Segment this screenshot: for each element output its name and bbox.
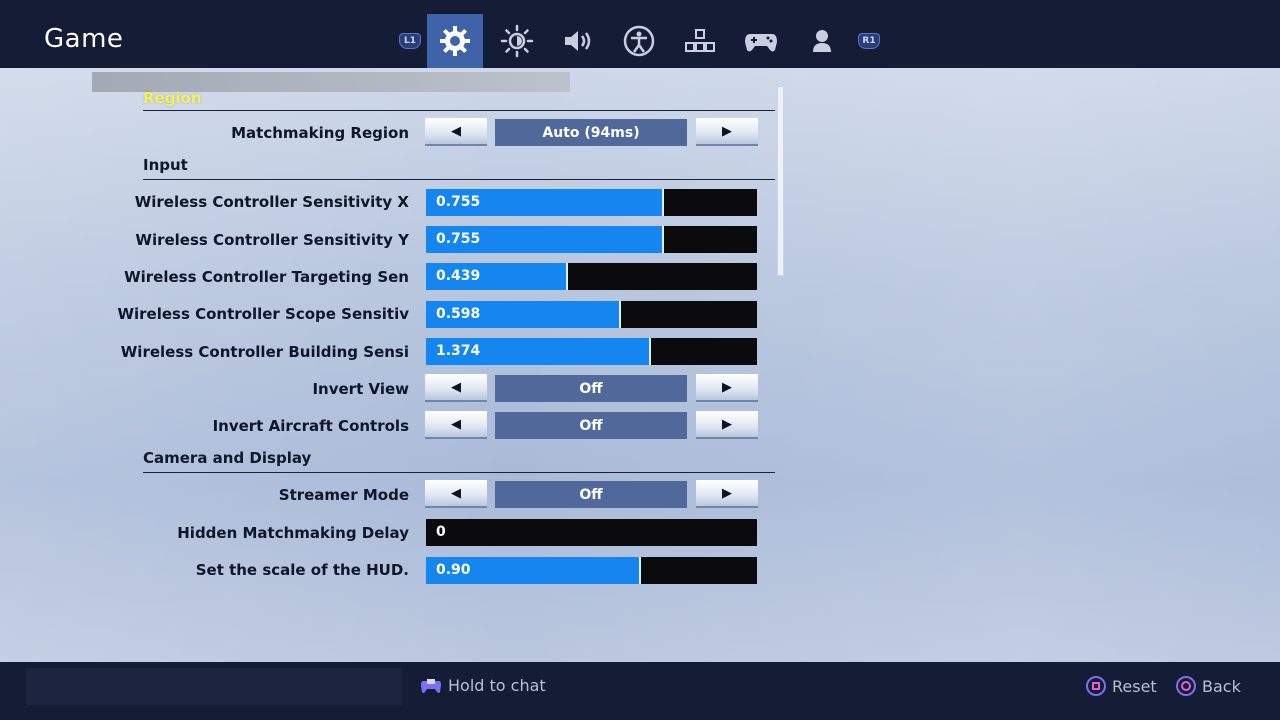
brightness-icon <box>500 24 534 58</box>
bottom-bar: Hold to chat Reset Back <box>0 662 1280 720</box>
invert-view-value: Off <box>495 375 687 402</box>
reset-button[interactable]: Reset <box>1086 676 1157 696</box>
streamer-mode-prev-button[interactable]: ◀ <box>425 480 487 508</box>
section-title-input: Input <box>143 156 188 174</box>
r1-shoulder-icon[interactable]: R1 <box>858 33 880 49</box>
chat-hint: Hold to chat <box>420 676 546 695</box>
targeting-sensitivity-slider[interactable]: 0.439 <box>426 263 757 290</box>
matchmaking-region-value: Auto (94ms) <box>495 119 687 146</box>
chat-box[interactable] <box>26 668 402 705</box>
circle-button-icon <box>1176 676 1196 696</box>
invert-aircraft-next-button[interactable]: ▶ <box>696 411 758 439</box>
matchmaking-region-prev-button[interactable]: ◀ <box>425 118 487 146</box>
section-divider <box>143 179 775 180</box>
l1-shoulder-icon[interactable]: L1 <box>399 33 421 49</box>
building-sensitivity-slider[interactable]: 1.374 <box>426 338 757 365</box>
controller-icon <box>745 34 777 52</box>
slider-value: 0.598 <box>436 306 481 322</box>
accessibility-icon <box>623 25 655 57</box>
sensitivity-x-slider[interactable]: 0.755 <box>426 189 757 216</box>
invert-view-next-button[interactable]: ▶ <box>696 374 758 402</box>
slider-value: 0.439 <box>436 268 481 284</box>
section-divider <box>143 110 775 111</box>
back-button[interactable]: Back <box>1176 676 1241 696</box>
hud-scale-label: Set the scale of the HUD. <box>195 561 409 579</box>
slider-value: 0.90 <box>436 562 471 578</box>
slider-value: 0.755 <box>436 194 481 210</box>
sensitivity-y-label: Wireless Controller Sensitivity Y <box>135 231 409 249</box>
streamer-mode-next-button[interactable]: ▶ <box>696 480 758 508</box>
tab-video[interactable] <box>489 14 545 68</box>
page-title: Game <box>44 24 124 54</box>
invert-view-label: Invert View <box>312 380 409 398</box>
slider-value: 1.374 <box>436 343 481 359</box>
sensitivity-x-label: Wireless Controller Sensitivity X <box>134 193 409 211</box>
matchmaking-region-next-button[interactable]: ▶ <box>696 118 758 146</box>
tab-audio[interactable] <box>550 14 606 68</box>
slider-value: 0.755 <box>436 231 481 247</box>
tab-account[interactable] <box>794 14 850 68</box>
scrollbar[interactable] <box>777 86 784 276</box>
sensitivity-y-slider[interactable]: 0.755 <box>426 226 757 253</box>
audio-icon <box>565 31 591 51</box>
tab-controller[interactable] <box>733 14 789 68</box>
targeting-sensitivity-label: Wireless Controller Targeting Sen <box>124 268 409 286</box>
invert-aircraft-label: Invert Aircraft Controls <box>212 417 409 435</box>
tab-accessibility[interactable] <box>611 14 667 68</box>
invert-view-prev-button[interactable]: ◀ <box>425 374 487 402</box>
back-label: Back <box>1202 676 1241 696</box>
section-title-camera: Camera and Display <box>143 449 312 467</box>
invert-aircraft-prev-button[interactable]: ◀ <box>425 411 487 439</box>
chat-hint-label: Hold to chat <box>448 676 546 695</box>
hidden-delay-label: Hidden Matchmaking Delay <box>177 524 409 542</box>
touchpad-icon <box>421 678 441 693</box>
reset-label: Reset <box>1112 676 1157 696</box>
settings-panel: Region Matchmaking Region ◀ Auto (94ms) … <box>0 68 1280 662</box>
top-bar: Game L1 R1 <box>0 0 1280 68</box>
streamer-mode-value: Off <box>495 481 687 508</box>
gear-icon <box>440 26 470 56</box>
invert-aircraft-value: Off <box>495 412 687 439</box>
input-icon <box>685 29 715 52</box>
tab-input[interactable] <box>672 14 728 68</box>
matchmaking-region-label: Matchmaking Region <box>231 124 409 142</box>
section-title-region: Region <box>143 89 202 107</box>
building-sensitivity-label: Wireless Controller Building Sensi <box>120 343 409 361</box>
hud-scale-slider[interactable]: 0.90 <box>426 557 757 584</box>
scope-sensitivity-label: Wireless Controller Scope Sensitiv <box>117 305 409 323</box>
section-divider <box>143 472 775 473</box>
square-button-icon <box>1086 676 1106 696</box>
tab-game-settings[interactable] <box>427 14 483 68</box>
hidden-delay-field[interactable]: 0 <box>426 519 757 546</box>
scope-sensitivity-slider[interactable]: 0.598 <box>426 301 757 328</box>
streamer-mode-label: Streamer Mode <box>278 486 409 504</box>
account-icon <box>813 30 831 52</box>
